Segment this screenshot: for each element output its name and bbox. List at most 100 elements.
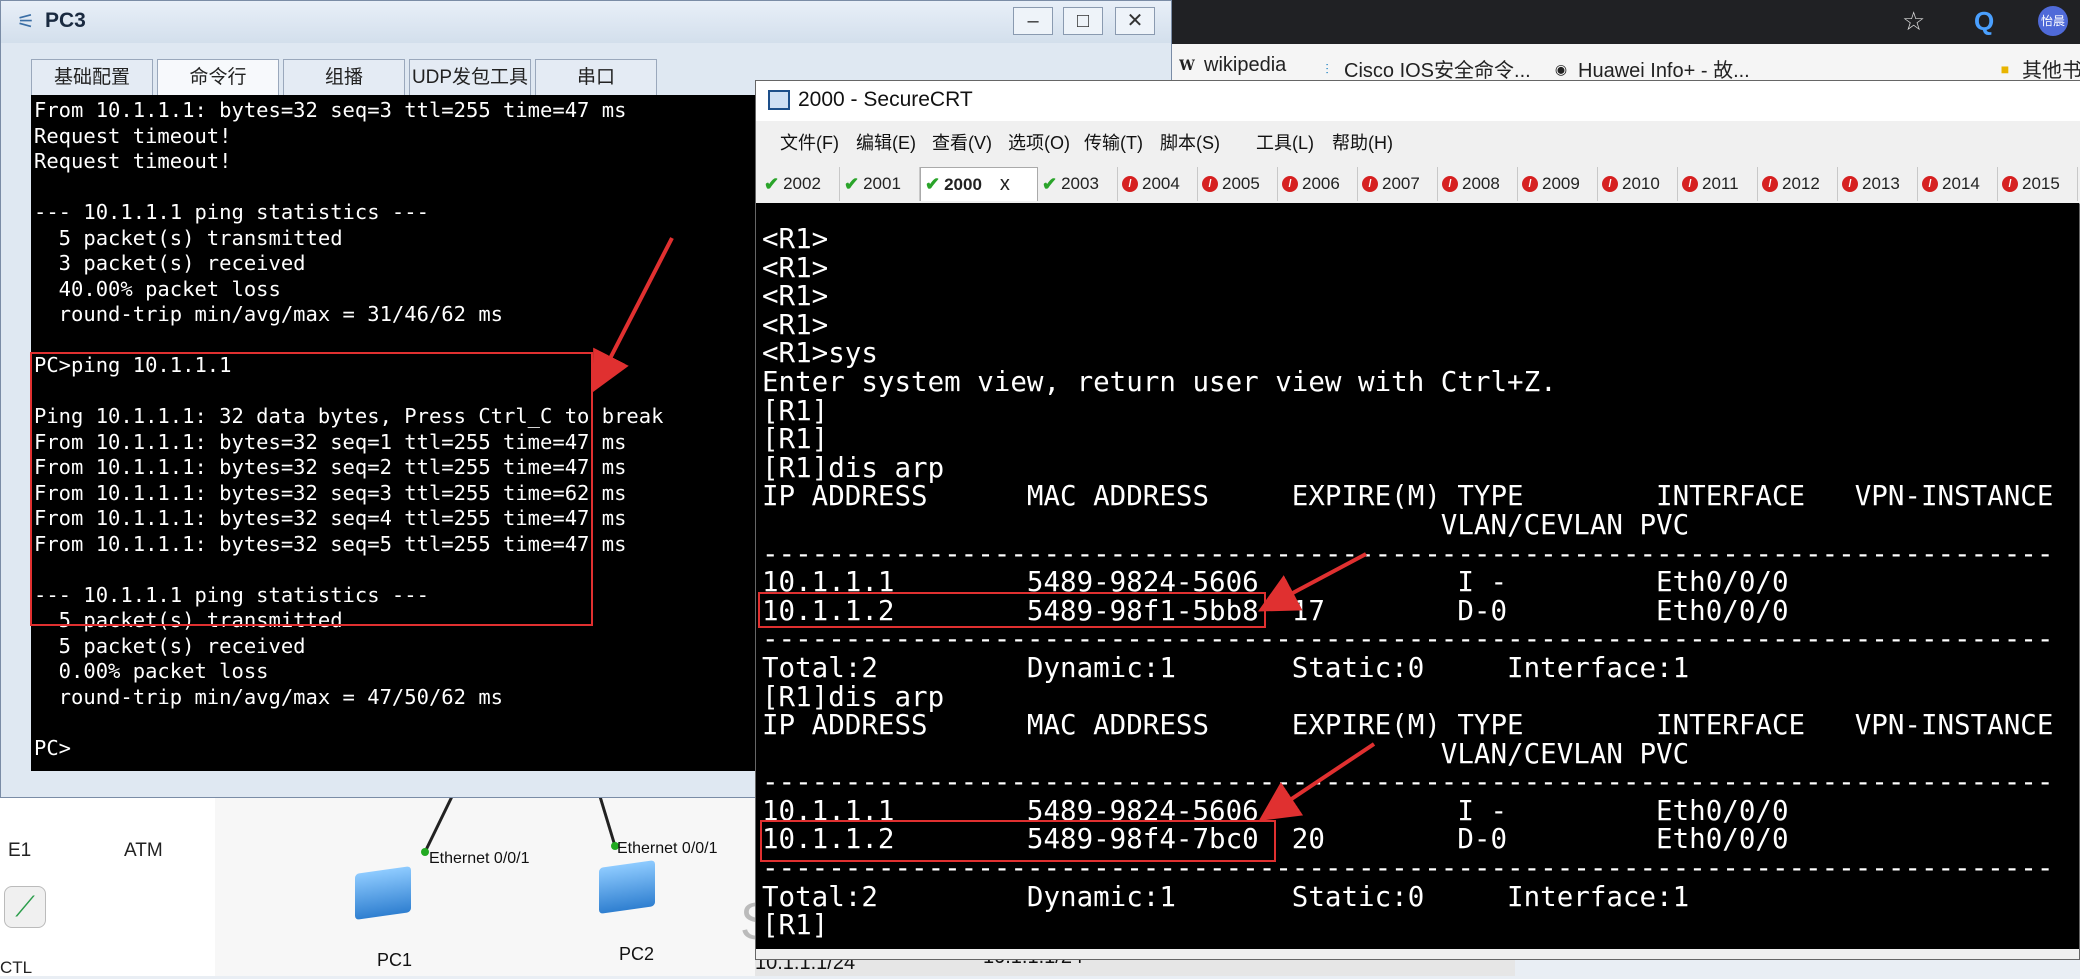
session-tab-label: 2011 (1702, 174, 1739, 193)
globe-icon: ◉ (1554, 60, 1568, 77)
session-tab-label: 2001 (863, 174, 901, 193)
menu-tools[interactable]: 工具(L) (1256, 129, 1314, 155)
session-tab-2004[interactable]: /2004 (1118, 167, 1198, 201)
terminal-line: VLAN/CEVLAN PVC (762, 737, 1690, 770)
device-label-atm: ATM (124, 840, 163, 861)
tab-basic-config[interactable]: 基础配置 (31, 59, 153, 97)
connected-icon: ✔ (844, 173, 860, 194)
tab-multicast[interactable]: 组播 (283, 59, 405, 97)
bookmark-wikipedia[interactable]: Wwikipedia (1176, 54, 1286, 77)
wikipedia-icon: W (1179, 57, 1195, 74)
terminal-line: <R1> (762, 223, 829, 255)
session-tab-2002[interactable]: ✔ 2002 (760, 167, 840, 201)
terminal-line: Total:2 Dynamic:1 Static:0 Interface:1 (762, 651, 1690, 684)
menu-options[interactable]: 选项(O) (1008, 129, 1070, 155)
pc3-app-icon: ⚟ (17, 11, 35, 33)
tab-udp-tool[interactable]: UDP发包工具 (409, 59, 531, 97)
securecrt-titlebar[interactable]: 2000 - SecureCRT (756, 81, 2080, 121)
device-palette: E1 ATM ⟋ CTL ⌄ (0, 780, 226, 978)
tab-command-line[interactable]: 命令行 (157, 59, 279, 97)
folder-icon: ■ (2000, 60, 2010, 77)
browser-toolbar: ☆ Q 怡晨 (1172, 0, 2080, 44)
terminal-line: PC> (34, 735, 72, 760)
port-label-pc2: Ethernet 0/0/1 (617, 840, 718, 857)
tab-serial[interactable]: 串口 (535, 59, 657, 97)
pc2-label: PC2 (619, 944, 655, 964)
terminal-line: <R1> (762, 251, 829, 284)
session-tab-2015[interactable]: /2015 (1998, 167, 2078, 201)
terminal-line: [R1]dis arp (762, 680, 945, 713)
connected-icon: ✔ (764, 173, 780, 194)
connected-icon: ✔ (925, 174, 941, 194)
session-tab-2007[interactable]: /2007 (1358, 167, 1438, 201)
topology-canvas[interactable]: Ethernet 0/0/1 Ethernet 0/0/1 PC1 PC2 (215, 780, 755, 976)
session-tab-2001[interactable]: ✔ 2001 (840, 167, 920, 201)
ctl-device-icon[interactable]: ⟋ (4, 886, 46, 928)
star-icon[interactable]: ☆ (1902, 6, 1925, 37)
session-tab-label: 2004 (1142, 174, 1180, 193)
pc3-titlebar[interactable]: ⚟ PC3 – □ ✕ (1, 1, 1171, 43)
terminal-line: 5 packet(s) transmitted (34, 225, 343, 250)
terminal-line: ----------------------------------------… (762, 766, 2054, 799)
pc2-icon[interactable] (599, 860, 655, 914)
session-tab-2012[interactable]: /2012 (1758, 167, 1838, 201)
terminal-line: [R1] (762, 423, 829, 456)
terminal-line: 0.00% packet loss (34, 659, 269, 683)
disconnected-icon: / (1682, 176, 1698, 192)
session-tab-label: 2012 (1782, 174, 1820, 193)
session-tab-2010[interactable]: /2010 (1598, 167, 1678, 201)
session-tab-label: 2006 (1302, 174, 1340, 193)
session-tab-2000[interactable]: ✔ 2000 x (920, 167, 1038, 201)
disconnected-icon: / (1282, 176, 1298, 192)
terminal-line: <R1> (762, 308, 829, 341)
disconnected-icon: / (1362, 176, 1378, 192)
disconnected-icon: / (1202, 176, 1218, 192)
menu-help[interactable]: 帮助(H) (1332, 129, 1393, 155)
session-tab-bar: ✔ 2002 ✔ 2001 ✔ 2000 x ✔ 2003/2004/2005/2006/200… (756, 161, 2080, 204)
bookmark-huawei[interactable]: ◉ Huawei Info+ - 故... (1550, 54, 1750, 83)
terminal-line: <R1> (762, 280, 829, 313)
session-tab-2003[interactable]: ✔ 2003 (1038, 167, 1118, 201)
menu-view[interactable]: 查看(V) (932, 129, 992, 155)
disconnected-icon: / (2002, 176, 2018, 192)
session-tab-2008[interactable]: /2008 (1438, 167, 1518, 201)
connected-icon: ✔ (1042, 173, 1058, 194)
terminal-line: 3 packet(s) received (34, 251, 306, 275)
pc1-icon[interactable] (355, 866, 411, 920)
terminal-line: ----------------------------------------… (762, 537, 2054, 570)
bookmark-cisco[interactable]: ⫶ Cisco IOS安全命令... (1316, 54, 1530, 83)
terminal-line: IP ADDRESS MAC ADDRESS EXPIRE(M) TYPE IN… (762, 480, 2054, 513)
menu-edit[interactable]: 编辑(E) (856, 129, 916, 155)
session-tab-label: 2003 (1061, 174, 1099, 193)
disconnected-icon: / (1522, 176, 1538, 192)
menu-script[interactable]: 脚本(S) (1160, 129, 1220, 155)
menu-transfer[interactable]: 传输(T) (1084, 129, 1143, 155)
minimize-button[interactable]: – (1013, 7, 1053, 35)
session-tab-label: 2013 (1862, 174, 1900, 193)
extension-icon[interactable]: Q (1974, 6, 1994, 37)
session-tab-2013[interactable]: /2013 (1838, 167, 1918, 201)
close-tab-icon[interactable]: x (1000, 173, 1010, 196)
session-tab-2009[interactable]: /2009 (1518, 167, 1598, 201)
session-tab-label: 2009 (1542, 174, 1580, 193)
session-tab-label: 2015 (2022, 174, 2060, 193)
session-tab-2006[interactable]: /2006 (1278, 167, 1358, 201)
bookmark-folder-other[interactable]: ■ 其他书 (1994, 54, 2080, 83)
session-tab-2011[interactable]: /2011 (1678, 167, 1758, 201)
session-tab-label: 2005 (1222, 174, 1260, 193)
maximize-button[interactable]: □ (1063, 7, 1103, 35)
close-button[interactable]: ✕ (1115, 7, 1155, 35)
menu-file[interactable]: 文件(F) (780, 129, 839, 155)
avatar[interactable]: 怡晨 (2038, 6, 2068, 36)
session-tab-2014[interactable]: /2014 (1918, 167, 1998, 201)
session-tab-label: 2002 (783, 174, 821, 193)
terminal-line: VLAN/CEVLAN PVC (762, 508, 1690, 541)
disconnected-icon: / (1122, 176, 1138, 192)
terminal-line: IP ADDRESS MAC ADDRESS EXPIRE(M) TYPE IN… (762, 709, 2054, 742)
session-tab-label: 2014 (1942, 174, 1980, 193)
session-tab-2005[interactable]: /2005 (1198, 167, 1278, 201)
highlight-arp-entry-1 (758, 592, 1266, 628)
